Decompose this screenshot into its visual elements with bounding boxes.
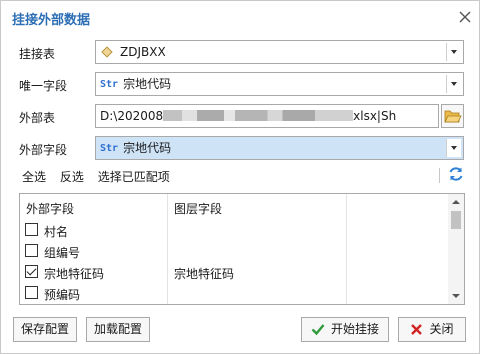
unique-field-label: 唯一字段 xyxy=(19,79,68,93)
layer-field-cell: 宗地特征码 xyxy=(174,267,235,281)
cross-icon xyxy=(411,324,423,335)
row-checkbox[interactable] xyxy=(25,286,38,299)
select-all-link[interactable]: 全选 xyxy=(22,170,46,184)
external-table-path-field[interactable]: D:\202008 xlsx|Sh xyxy=(95,104,439,128)
table-row: 预编码 xyxy=(20,283,448,304)
toolbar-divider xyxy=(439,168,440,183)
path-prefix: D:\202008 xyxy=(100,109,164,123)
string-type-tag: Str xyxy=(100,143,119,154)
layer-diamond-icon xyxy=(101,46,113,58)
scroll-down-icon[interactable] xyxy=(452,294,460,298)
select-matched-link[interactable]: 选择已匹配项 xyxy=(98,170,170,184)
mount-external-data-dialog: 挂接外部数据 挂接表 ZDJBXX 唯一字段 Str 宗地代码 外部表 D:\20… xyxy=(0,0,480,354)
external-field-cell: 村名 xyxy=(44,225,69,239)
close-button[interactable]: 关闭 xyxy=(398,317,466,342)
load-config-label: 加载配置 xyxy=(93,322,142,336)
close-icon[interactable] xyxy=(457,9,473,25)
mount-table-label: 挂接表 xyxy=(19,47,56,61)
table-row: 村名 xyxy=(20,220,448,241)
external-field-cell: 组编号 xyxy=(44,246,81,260)
string-type-tag: Str xyxy=(100,79,119,90)
close-label: 关闭 xyxy=(429,322,454,336)
browse-button[interactable] xyxy=(441,104,464,128)
chevron-down-icon[interactable] xyxy=(446,139,461,157)
external-field-cell: 宗地特征码 xyxy=(44,267,105,281)
folder-open-icon xyxy=(444,110,462,123)
check-icon xyxy=(311,324,325,336)
invert-selection-link[interactable]: 反选 xyxy=(60,170,84,184)
external-field-select[interactable]: Str 宗地代码 xyxy=(95,136,464,160)
path-suffix: xlsx|Sh xyxy=(353,109,397,123)
save-config-button[interactable]: 保存配置 xyxy=(13,317,77,342)
external-field-label: 外部字段 xyxy=(19,143,68,157)
unique-field-value: 宗地代码 xyxy=(123,77,172,91)
table-row: 组编号 xyxy=(20,241,448,262)
mount-table-value: ZDJBXX xyxy=(120,45,166,59)
row-checkbox[interactable] xyxy=(25,244,38,257)
column-header-layer-field: 图层字段 xyxy=(174,202,223,216)
vertical-scrollbar[interactable] xyxy=(448,194,464,304)
dialog-title: 挂接外部数据 xyxy=(12,13,91,28)
title-bar: 挂接外部数据 xyxy=(1,1,479,33)
row-checkbox[interactable] xyxy=(25,223,38,236)
scroll-up-icon[interactable] xyxy=(452,200,460,204)
row-checkbox[interactable] xyxy=(25,265,38,278)
selection-links: 全选 反选 选择已匹配项 xyxy=(22,168,180,185)
external-field-value: 宗地代码 xyxy=(123,141,172,155)
start-mount-button[interactable]: 开始挂接 xyxy=(301,317,389,342)
external-field-cell: 预编码 xyxy=(44,288,81,302)
column-header-external-field: 外部字段 xyxy=(26,202,75,216)
table-row: 宗地特征码 宗地特征码 xyxy=(20,262,448,283)
refresh-icon[interactable] xyxy=(447,165,465,183)
external-table-label: 外部表 xyxy=(19,111,56,125)
start-mount-label: 开始挂接 xyxy=(330,322,379,336)
scroll-thumb[interactable] xyxy=(451,211,461,229)
chevron-down-icon[interactable] xyxy=(446,43,461,61)
unique-field-select[interactable]: Str 宗地代码 xyxy=(95,72,464,96)
obscured-path-segment xyxy=(163,110,354,121)
mount-table-select[interactable]: ZDJBXX xyxy=(95,40,464,64)
load-config-button[interactable]: 加载配置 xyxy=(86,317,150,342)
field-mapping-table: 外部字段 图层字段 村名 组编号 宗地特征码 宗地特征码 预编码 xyxy=(19,193,465,305)
chevron-down-icon[interactable] xyxy=(446,75,461,93)
save-config-label: 保存配置 xyxy=(20,322,69,336)
